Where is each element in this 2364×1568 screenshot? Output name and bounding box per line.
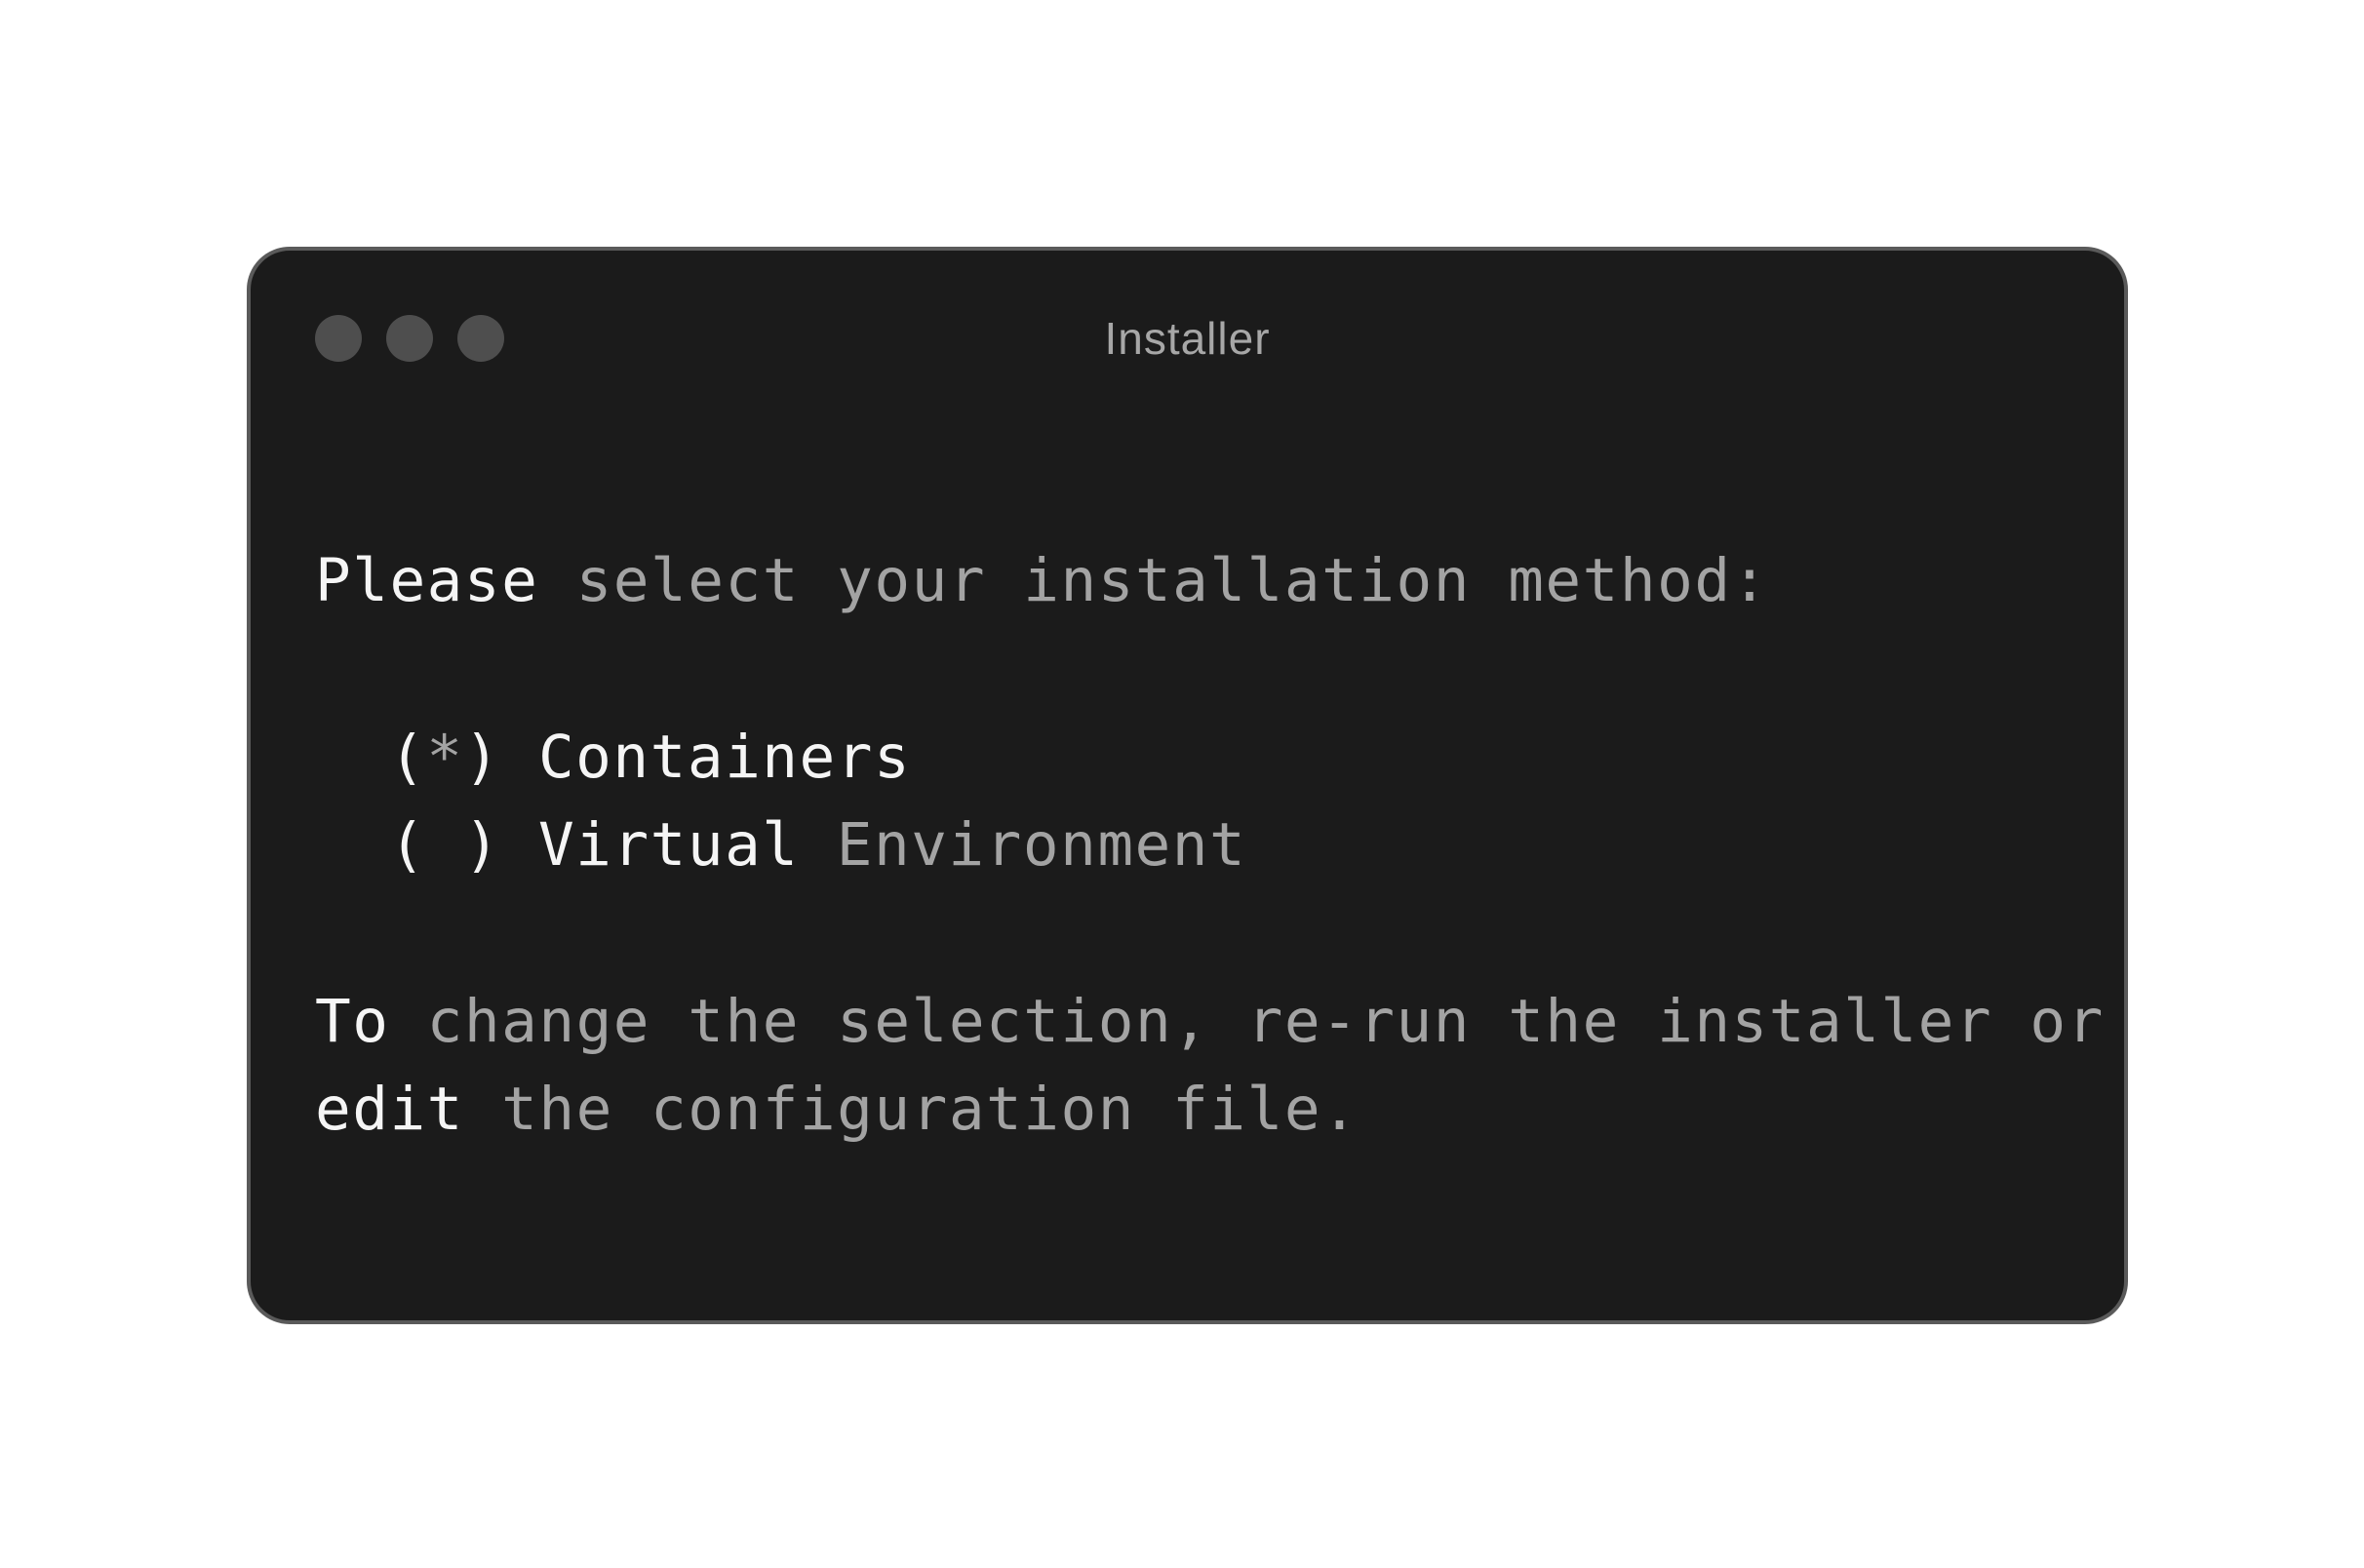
option-label-bold: Containers (537, 723, 912, 792)
terminal-content: Please select your installation method: … (315, 251, 2103, 1320)
radio-close-paren: ) (463, 723, 501, 792)
radio-close-paren: ) (463, 810, 501, 880)
footer-text-1: change the selection, re-run the install… (389, 987, 2105, 1056)
option-virtual-environment[interactable]: ( ) Virtual Environment (389, 806, 1246, 884)
prompt-line: Please select your installation method: (315, 542, 1769, 620)
option-containers[interactable]: (*) Containers (389, 719, 911, 797)
option-label-bold: Virtual (537, 810, 800, 880)
footer-bold-word-2: edit (315, 1075, 464, 1144)
installer-window: Installer Please select your installatio… (247, 247, 2128, 1324)
option-label-rest: Environment (799, 810, 1247, 880)
footer-bold-word-1: To (315, 987, 390, 1056)
footer-line-1: To change the selection, re-run the inst… (315, 983, 2105, 1061)
radio-empty-mark (426, 810, 463, 880)
footer-text-2: the configuration file. (463, 1075, 1359, 1144)
prompt-bold-word: Please (315, 546, 539, 615)
prompt-text: select your installation method: (538, 546, 1769, 615)
radio-open-paren: ( (389, 810, 427, 880)
footer-line-2: edit the configuration file. (315, 1071, 1359, 1149)
radio-open-paren: ( (389, 723, 427, 792)
radio-selected-mark: * (426, 723, 464, 792)
